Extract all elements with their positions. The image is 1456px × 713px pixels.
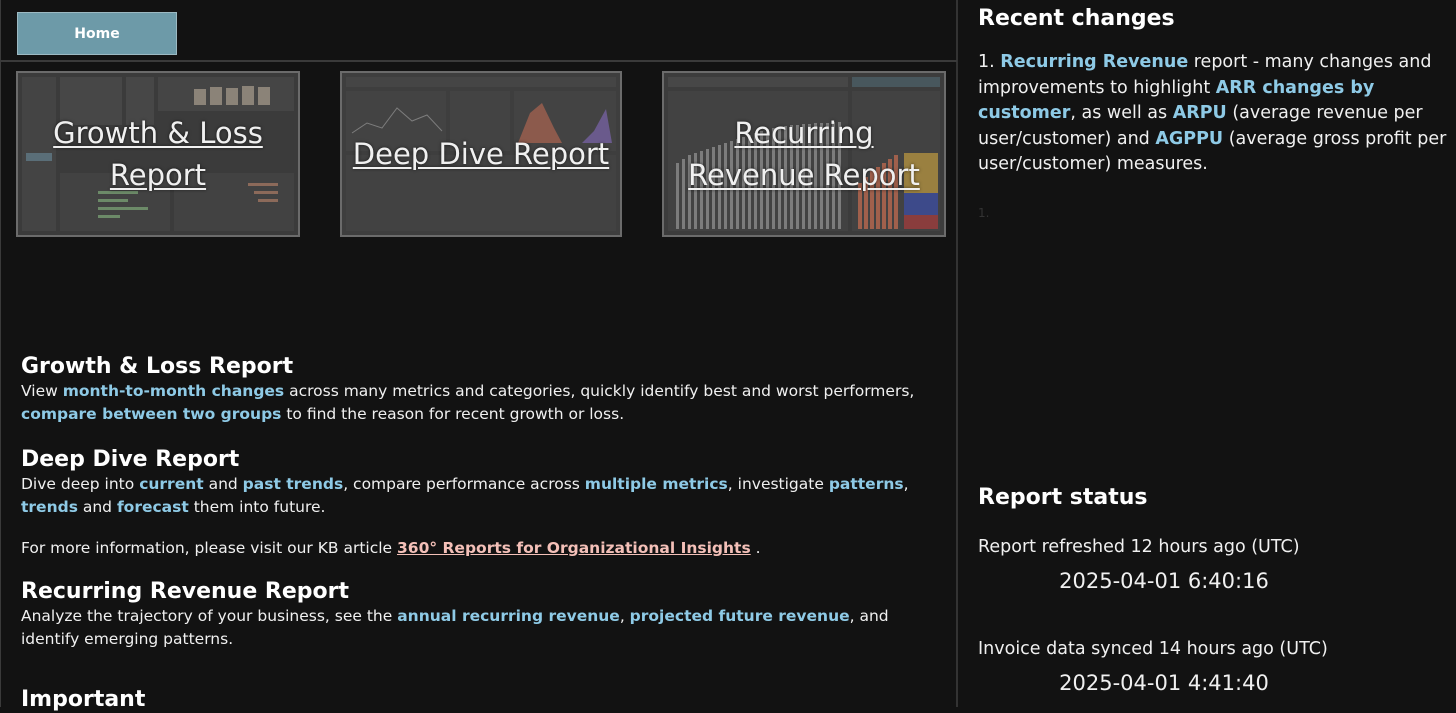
kb-info: For more information, please visit our K… (21, 539, 761, 557)
change-item: 1. Recurring Revenue report - many chang… (978, 52, 1447, 174)
recurring-revenue-section: Recurring Revenue Report Analyze the tra… (21, 579, 946, 650)
section-title: Deep Dive Report (21, 447, 240, 472)
tile-label[interactable]: Recurring Revenue Report (664, 73, 944, 235)
refreshed-label: Report refreshed 12 hours ago (UTC) (978, 537, 1300, 557)
kb-article-link[interactable]: 360° Reports for Organizational Insights (397, 539, 751, 557)
main-panel: Home Growth & Loss Report Deep Dive Repo… (0, 0, 958, 712)
growth-loss-section: Growth & Loss Report View month-to-month… (21, 354, 946, 425)
tile-deep-dive-report[interactable]: Deep Dive Report (340, 71, 622, 237)
section-title: Growth & Loss Report (21, 354, 294, 379)
refreshed-time: 2025-04-01 6:40:16 (1059, 569, 1269, 593)
section-title: Recurring Revenue Report (21, 579, 349, 604)
deep-dive-section: Deep Dive Report Dive deep into current … (21, 447, 946, 518)
tile-label[interactable]: Growth & Loss Report (18, 73, 298, 235)
tile-growth-loss-report[interactable]: Growth & Loss Report (16, 71, 300, 237)
recent-changes-title: Recent changes (978, 6, 1175, 31)
synced-label: Invoice data synced 14 hours ago (UTC) (978, 639, 1328, 659)
tile-label[interactable]: Deep Dive Report (342, 73, 620, 235)
side-panel: Recent changes 1. Recurring Revenue repo… (960, 0, 1456, 707)
report-status-title: Report status (978, 485, 1148, 510)
section-title: Important (21, 687, 146, 712)
change-item-empty: 1. (978, 206, 990, 220)
synced-time: 2025-04-01 4:41:40 (1059, 671, 1269, 695)
important-section: Important (21, 687, 946, 713)
section-description: View month-to-month changes across many … (21, 382, 915, 423)
section-description: Dive deep into current and past trends, … (21, 475, 909, 516)
home-button[interactable]: Home (17, 12, 177, 55)
tile-recurring-revenue-report[interactable]: Recurring Revenue Report (662, 71, 946, 237)
nav-bar: Home (1, 0, 957, 62)
section-description: Analyze the trajectory of your business,… (21, 607, 889, 648)
